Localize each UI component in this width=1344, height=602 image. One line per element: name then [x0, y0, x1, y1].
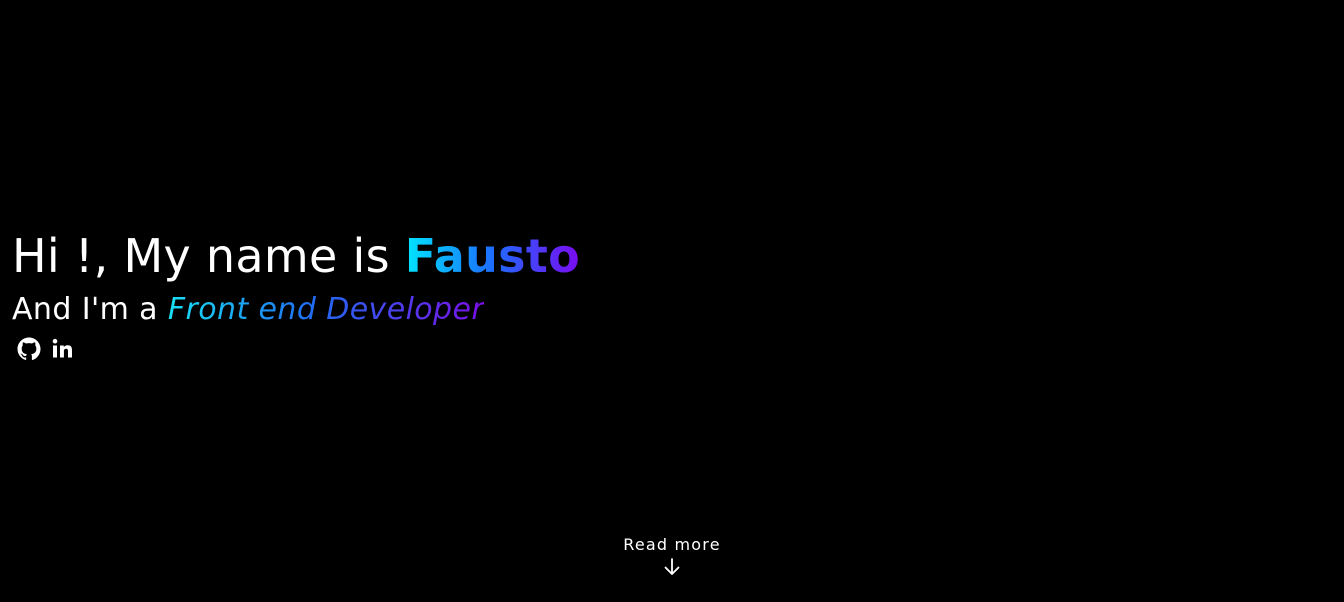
- hero-section: Hi !, My name is Fausto And I'm a Front …: [12, 228, 580, 362]
- linkedin-icon: [52, 338, 72, 358]
- github-link[interactable]: [16, 336, 42, 362]
- hero-headline: Hi !, My name is Fausto: [12, 228, 580, 284]
- github-icon: [17, 337, 41, 361]
- linkedin-link[interactable]: [50, 336, 76, 362]
- arrow-down-icon: [664, 558, 680, 575]
- intro-text: And I'm a: [12, 292, 168, 327]
- social-links: [16, 336, 580, 362]
- greeting-text: Hi !, My name is: [12, 229, 405, 283]
- hero-role: Front end Developer: [167, 292, 485, 327]
- hero-name: Fausto: [404, 229, 581, 283]
- read-more-button[interactable]: Read more: [0, 535, 1344, 577]
- read-more-label: Read more: [623, 535, 721, 554]
- hero-subline: And I'm a Front end Developer: [12, 290, 580, 330]
